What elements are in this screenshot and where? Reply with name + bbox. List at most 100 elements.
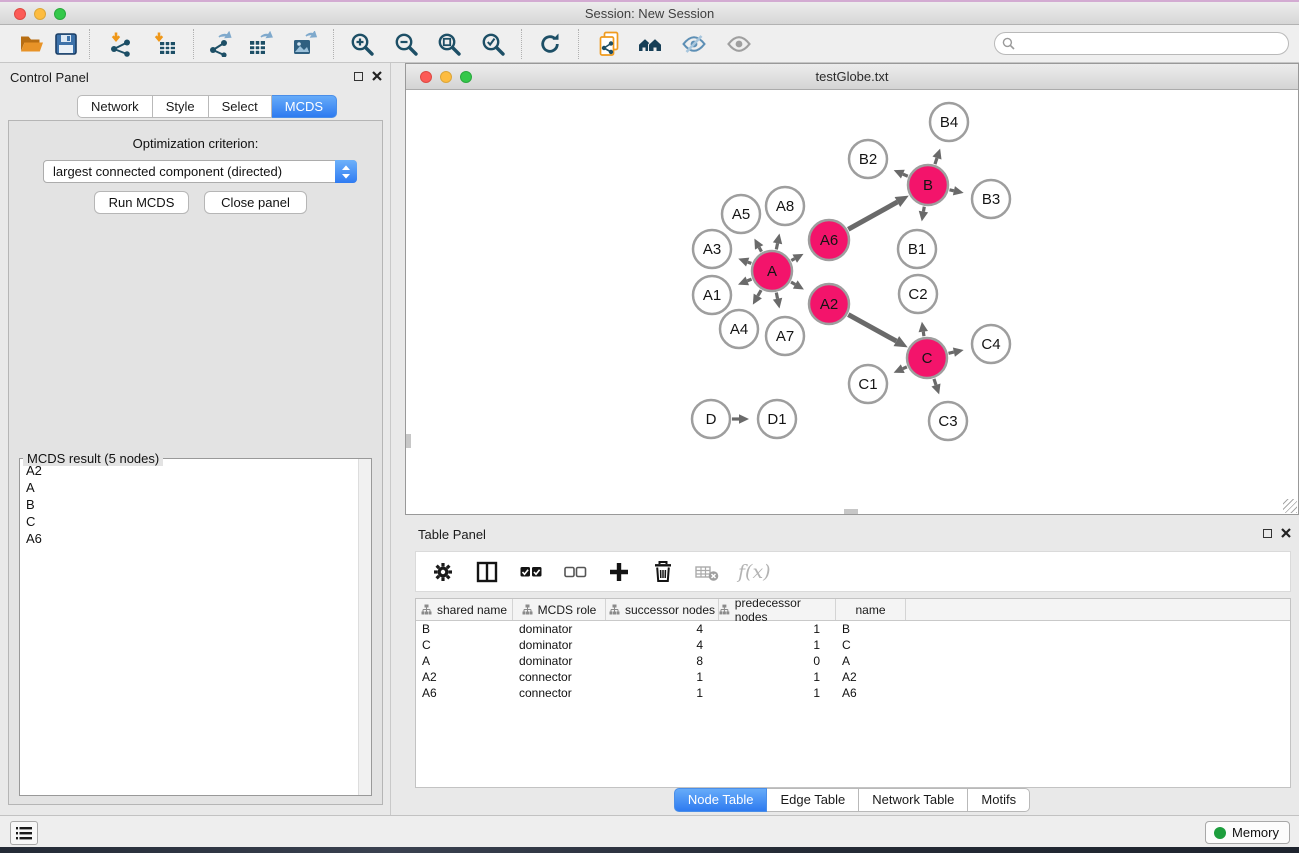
table-cell[interactable]: A6: [836, 686, 906, 700]
table-cell[interactable]: 1: [719, 670, 836, 684]
table-cell[interactable]: 1: [606, 670, 719, 684]
graph-edge-C-C3[interactable]: [934, 379, 936, 385]
unselect-all-columns-button[interactable]: [560, 557, 590, 587]
select-all-columns-button[interactable]: [516, 557, 546, 587]
graph-edge-A-A4[interactable]: [758, 290, 761, 296]
import-table-button[interactable]: [150, 29, 180, 59]
export-network-button[interactable]: [205, 29, 235, 59]
tab-style[interactable]: Style: [153, 95, 209, 118]
refresh-view-button[interactable]: [535, 29, 565, 59]
float-panel-icon[interactable]: [354, 72, 363, 81]
table-cell[interactable]: A: [836, 654, 906, 668]
table-cell[interactable]: C: [416, 638, 513, 652]
result-scrollbar[interactable]: [358, 459, 371, 795]
function-builder-button[interactable]: f(x): [738, 561, 771, 583]
table-cell[interactable]: 4: [606, 638, 719, 652]
mcds-result-item[interactable]: A: [21, 479, 358, 496]
table-row[interactable]: A2connector11A2: [416, 669, 1290, 685]
delete-columns-button[interactable]: [648, 557, 678, 587]
graph-edge-A-A8[interactable]: [776, 243, 777, 249]
open-session-button[interactable]: [17, 29, 47, 59]
table-cell[interactable]: A6: [416, 686, 513, 700]
table-cell[interactable]: A2: [416, 670, 513, 684]
zoom-fit-button[interactable]: [434, 29, 464, 59]
close-table-panel-icon[interactable]: [1281, 528, 1291, 538]
run-mcds-button[interactable]: Run MCDS: [94, 191, 189, 214]
delete-table-button[interactable]: [692, 557, 722, 587]
show-all-button[interactable]: [724, 29, 754, 59]
new-network-from-selection-button[interactable]: [594, 29, 624, 59]
table-cell[interactable]: 0: [719, 654, 836, 668]
resize-grip[interactable]: [1283, 499, 1297, 513]
graph-edge-A2-C[interactable]: [848, 315, 896, 341]
table-cell[interactable]: dominator: [513, 622, 606, 636]
mcds-result-item[interactable]: A2: [21, 462, 358, 479]
table-cell[interactable]: connector: [513, 686, 606, 700]
mcds-result-item[interactable]: C: [21, 513, 358, 530]
tab-motifs[interactable]: Motifs: [968, 788, 1030, 812]
table-cell[interactable]: dominator: [513, 638, 606, 652]
float-table-panel-icon[interactable]: [1263, 529, 1272, 538]
graph-edge-C-C4[interactable]: [948, 352, 953, 353]
network-window-titlebar[interactable]: testGlobe.txt: [406, 64, 1298, 90]
neighborhood-button[interactable]: [635, 29, 665, 59]
column-header-successor-nodes[interactable]: successor nodes: [606, 599, 719, 620]
column-header-predecessor-nodes[interactable]: predecessor nodes: [719, 599, 836, 620]
tab-mcds[interactable]: MCDS: [272, 95, 337, 118]
zoom-out-button[interactable]: [391, 29, 421, 59]
table-row[interactable]: A6connector11A6: [416, 685, 1290, 701]
graph-edge-B-B3[interactable]: [949, 190, 953, 191]
table-cell[interactable]: A2: [836, 670, 906, 684]
graph-edge-B-B2[interactable]: [903, 174, 908, 176]
horizontal-scrollbar-stub[interactable]: [844, 509, 858, 514]
tab-edge-table[interactable]: Edge Table: [767, 788, 859, 812]
graph-edge-A-A6[interactable]: [791, 259, 794, 261]
table-options-button[interactable]: [428, 557, 458, 587]
hide-selected-button[interactable]: [679, 29, 709, 59]
graph-edge-A-A1[interactable]: [747, 279, 751, 281]
table-cell[interactable]: C: [836, 638, 906, 652]
export-image-button[interactable]: [290, 29, 320, 59]
table-cell[interactable]: A: [416, 654, 513, 668]
table-cell[interactable]: 1: [606, 686, 719, 700]
graph-edge-A-A7[interactable]: [776, 293, 777, 299]
close-panel-button[interactable]: Close panel: [204, 191, 307, 214]
save-session-button[interactable]: [51, 29, 81, 59]
export-table-button[interactable]: [246, 29, 276, 59]
vertical-scrollbar-stub[interactable]: [406, 434, 411, 448]
network-canvas[interactable]: B4B2BB3A8A5A6A3B1AC2A1A2A4A7C4CC1C3DD1: [406, 90, 1298, 514]
table-cell[interactable]: dominator: [513, 654, 606, 668]
graph-edge-A-A2[interactable]: [791, 282, 795, 284]
tab-node-table[interactable]: Node Table: [674, 788, 768, 812]
show-columns-button[interactable]: [472, 557, 502, 587]
table-cell[interactable]: B: [836, 622, 906, 636]
show-panels-button[interactable]: [10, 821, 38, 845]
tab-network[interactable]: Network: [77, 95, 153, 118]
graph-edge-C-C1[interactable]: [903, 367, 907, 369]
tab-select[interactable]: Select: [209, 95, 272, 118]
graph-edge-B-B1[interactable]: [923, 207, 924, 212]
column-header-name[interactable]: name: [836, 599, 906, 620]
table-cell[interactable]: 1: [719, 638, 836, 652]
table-cell[interactable]: B: [416, 622, 513, 636]
zoom-selected-button[interactable]: [478, 29, 508, 59]
table-cell[interactable]: 8: [606, 654, 719, 668]
column-header-MCDS-role[interactable]: MCDS role: [513, 599, 606, 620]
search-input[interactable]: [1015, 34, 1280, 54]
table-cell[interactable]: 1: [719, 622, 836, 636]
zoom-in-button[interactable]: [347, 29, 377, 59]
mcds-result-item[interactable]: A6: [21, 530, 358, 547]
graph-edge-B-B4[interactable]: [935, 158, 937, 164]
network-graph[interactable]: B4B2BB3A8A5A6A3B1AC2A1A2A4A7C4CC1C3DD1: [406, 90, 1298, 514]
table-cell[interactable]: 4: [606, 622, 719, 636]
memory-button[interactable]: Memory: [1205, 821, 1290, 844]
table-row[interactable]: Cdominator41C: [416, 637, 1290, 653]
tab-network-table[interactable]: Network Table: [859, 788, 968, 812]
graph-edge-A6-B[interactable]: [848, 202, 897, 229]
import-network-button[interactable]: [105, 29, 135, 59]
mcds-result-item[interactable]: B: [21, 496, 358, 513]
table-row[interactable]: Bdominator41B: [416, 621, 1290, 637]
graph-edge-A-A3[interactable]: [748, 262, 752, 263]
create-column-button[interactable]: [604, 557, 634, 587]
table-row[interactable]: Adominator80A: [416, 653, 1290, 669]
